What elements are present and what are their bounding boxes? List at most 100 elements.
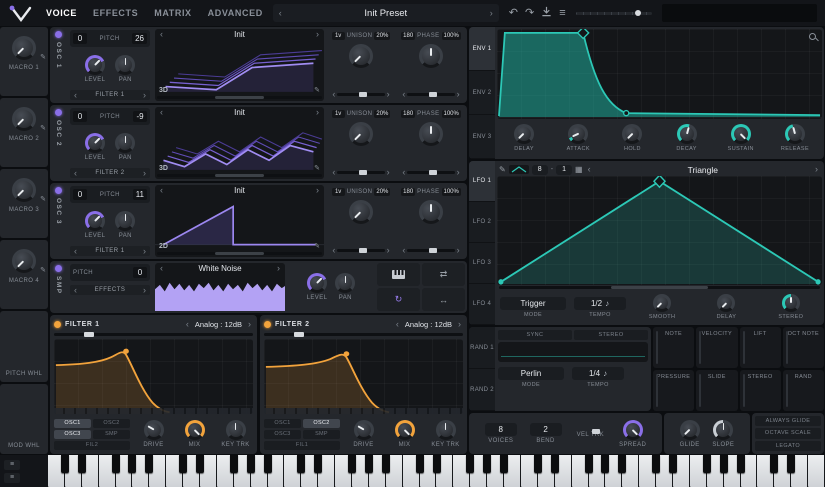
filter2-model[interactable]: Analog : 12dB <box>405 320 452 329</box>
osc1-view-toggle[interactable]: 3D <box>159 87 168 94</box>
osc2-wavetable-prev[interactable] <box>158 108 165 117</box>
octave-scale-toggle[interactable]: OCTAVE SCALE <box>755 428 821 438</box>
piano-black-key[interactable] <box>652 455 660 473</box>
tab-lfo3[interactable]: LFO 3 <box>469 243 495 284</box>
filter1-model-next[interactable] <box>246 320 253 329</box>
piano-black-key[interactable] <box>433 455 441 473</box>
osc3-phase-value[interactable]: 180 <box>401 188 415 196</box>
piano-black-key[interactable] <box>365 455 373 473</box>
osc3-wavetable-prev[interactable] <box>158 186 165 195</box>
menu-icon[interactable]: ≡ <box>559 8 565 19</box>
osc2-unison-blend-slider[interactable] <box>337 171 384 174</box>
piano-black-key[interactable] <box>703 455 711 473</box>
mod-source-rand[interactable]: RAND <box>783 370 824 411</box>
piano-black-key[interactable] <box>230 455 238 473</box>
piano-black-key[interactable] <box>787 455 795 473</box>
sampler-pitch-value[interactable]: 0 <box>133 267 147 278</box>
lfo-shape-prev[interactable] <box>586 165 593 174</box>
piano-black-key[interactable] <box>534 455 542 473</box>
osc3-unison-blend-slider[interactable] <box>337 249 384 252</box>
tab-lfo4[interactable]: LFO 4 <box>469 284 495 325</box>
piano-black-key[interactable] <box>247 455 255 473</box>
rand1-display[interactable] <box>498 342 648 362</box>
piano-black-key[interactable] <box>551 455 559 473</box>
lfo-paint-icon[interactable]: ▦ <box>575 165 583 174</box>
piano-black-key[interactable] <box>179 455 187 473</box>
volume-slider[interactable] <box>576 12 652 15</box>
tab-env3[interactable]: ENV 3 <box>469 115 495 159</box>
rand-mode-select[interactable]: Perlin <box>498 367 564 380</box>
osc2-wavetable-next[interactable] <box>314 108 321 117</box>
macro1-knob[interactable] <box>12 36 36 60</box>
osc3-unison-knob[interactable] <box>349 200 373 224</box>
osc2-filter-routing[interactable]: FILTER 2 <box>70 168 150 178</box>
osc1-wavetable-scrollbar[interactable] <box>157 96 322 99</box>
piano-black-key[interactable] <box>500 455 508 473</box>
osc3-phase-knob[interactable] <box>419 200 443 224</box>
tab-effects[interactable]: EFFECTS <box>93 8 138 18</box>
preset-next-button[interactable] <box>488 9 495 18</box>
osc3-phase-rand[interactable]: 100% <box>442 188 461 196</box>
keyboard-track-icon[interactable] <box>377 263 420 286</box>
osc2-unison-knob[interactable] <box>349 122 373 146</box>
osc2-phase-rand[interactable]: 100% <box>442 110 461 118</box>
osc2-view-toggle[interactable]: 3D <box>159 165 168 172</box>
pitch-wheel[interactable]: PITCH WHL <box>0 311 48 382</box>
voices-value[interactable]: 8 <box>485 423 517 436</box>
osc2-unison-detune-value[interactable]: 20% <box>374 110 390 118</box>
env-attack-knob[interactable] <box>568 124 588 144</box>
sample-name[interactable]: White Noise <box>165 264 275 273</box>
preset-name[interactable]: Init Preset <box>284 8 488 19</box>
filter1-input-osc3[interactable]: OSC3 <box>54 430 91 439</box>
tab-env2[interactable]: ENV 2 <box>469 71 495 115</box>
piano-black-key[interactable] <box>196 455 204 473</box>
osc1-wavetable-next[interactable] <box>314 30 321 39</box>
filter1-model[interactable]: Analog : 12dB <box>195 320 242 329</box>
osc3-wavetable-scrollbar[interactable] <box>157 252 322 255</box>
bounce-icon[interactable]: ↔ <box>422 288 465 311</box>
piano-black-key[interactable] <box>416 455 424 473</box>
osc2-wavetable-display[interactable]: Init 3D ✎ <box>155 107 324 179</box>
rand-sync-button[interactable]: SYNC <box>498 330 572 340</box>
macro4-knob[interactable] <box>12 249 36 273</box>
env-sustain-knob[interactable] <box>731 124 751 144</box>
osc3-unison-detune-value[interactable]: 20% <box>374 188 390 196</box>
filter1-input-osc2[interactable]: OSC2 <box>93 419 130 428</box>
piano-black-key[interactable] <box>112 455 120 473</box>
osc1-phase-slider[interactable] <box>407 93 454 96</box>
piano-black-key[interactable] <box>297 455 305 473</box>
osc2-tune-value[interactable]: -9 <box>133 111 147 122</box>
filter2-model-prev[interactable] <box>394 320 401 329</box>
lfo-mode-select[interactable]: Trigger <box>500 297 566 310</box>
lfo-shape-name[interactable]: Triangle <box>596 165 810 175</box>
macro4-edit-icon[interactable]: ✎ <box>40 266 46 274</box>
osc1-unison-voices[interactable]: 1v <box>332 32 345 40</box>
piano-black-key[interactable] <box>669 455 677 473</box>
mod-source-slide[interactable]: SLIDE <box>696 370 737 411</box>
spread-knob[interactable] <box>623 420 643 440</box>
piano-black-key[interactable] <box>314 455 322 473</box>
lfo-stereo-knob[interactable] <box>782 294 800 312</box>
tab-advanced[interactable]: ADVANCED <box>208 8 263 18</box>
filter1-mix-knob[interactable] <box>185 420 205 440</box>
osc3-wavetable-display[interactable]: Init 2D ✎ <box>155 185 324 257</box>
macro3-edit-icon[interactable]: ✎ <box>40 195 46 203</box>
osc1-power-button[interactable] <box>55 31 62 38</box>
osc2-phase-knob[interactable] <box>419 122 443 146</box>
osc3-view-toggle[interactable]: 2D <box>159 243 168 250</box>
sampler-display[interactable]: White Noise <box>155 263 285 311</box>
chevron-right-icon[interactable] <box>141 91 148 100</box>
osc3-wavetable-name[interactable]: Init <box>165 186 314 195</box>
filter2-model-next[interactable] <box>456 320 463 329</box>
keyboard-options2-icon[interactable]: ≡ <box>4 473 20 483</box>
env-release-knob[interactable] <box>785 124 805 144</box>
osc1-phase-value[interactable]: 180 <box>401 32 415 40</box>
env-decay-knob[interactable] <box>677 124 697 144</box>
keyboard-options-icon[interactable]: ≡ <box>4 460 20 470</box>
osc3-filter-routing[interactable]: FILTER 1 <box>70 246 150 256</box>
osc1-wavetable-name[interactable]: Init <box>165 30 314 39</box>
osc3-tune-value[interactable]: 11 <box>133 189 147 200</box>
filter1-input-osc1[interactable]: OSC1 <box>54 419 91 428</box>
filter2-input-fil1[interactable]: FIL1 <box>264 441 340 450</box>
osc1-unison-blend-slider[interactable] <box>337 93 384 96</box>
